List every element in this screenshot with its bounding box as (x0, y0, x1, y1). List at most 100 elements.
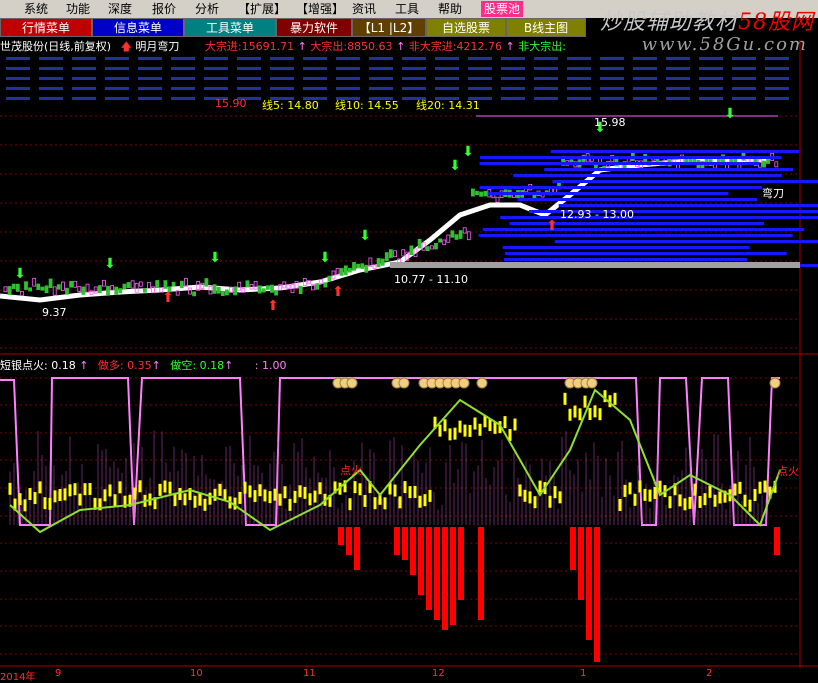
data-cell (468, 57, 492, 60)
candle (107, 286, 110, 294)
candle (49, 279, 52, 288)
candle (45, 286, 48, 293)
high-price-label: 15.98 (594, 116, 626, 129)
data-cell (39, 97, 63, 100)
candle (156, 281, 159, 288)
data-cell (501, 57, 525, 60)
candle (348, 268, 351, 272)
buy-arrow-icon: ⬇ (104, 256, 116, 272)
candle (693, 159, 696, 162)
data-cell (600, 67, 624, 70)
candle (459, 231, 462, 239)
data-cell (270, 77, 294, 80)
volume-profile-bar (518, 198, 758, 201)
data-cell (237, 57, 261, 60)
candle (381, 259, 384, 265)
data-cell (105, 77, 129, 80)
red-volume-bar (478, 527, 484, 620)
volume-profile-bar (555, 240, 818, 243)
volume-profile-bar (544, 168, 793, 171)
volume-profile-bar (552, 180, 818, 183)
data-cell (633, 97, 657, 100)
sub-extra-value: : 1.00 (255, 359, 287, 372)
candle (299, 286, 302, 293)
candle (316, 284, 319, 290)
data-cell (6, 87, 30, 90)
data-cell (402, 67, 426, 70)
data-cell (6, 77, 30, 80)
coin-icon (770, 378, 780, 388)
ma10-readout: 线10: 14.55 (335, 97, 399, 113)
candle (217, 287, 220, 293)
candle (258, 286, 261, 293)
sell-arrow-icon: ⬆ (332, 284, 344, 300)
long-label: 做多: (98, 359, 124, 372)
candle (115, 287, 118, 294)
red-volume-bar (450, 527, 456, 625)
data-cell (435, 77, 459, 80)
candle (41, 287, 44, 290)
data-cell (765, 57, 789, 60)
fire-label-1: 点火 (340, 462, 362, 478)
candle (16, 284, 19, 291)
kline-chart[interactable]: ⬇⬇ ⬇ ⬇⬇⬇⬇⬇⬇⬆ ⬆⬆⬆ (0, 0, 818, 680)
candle (435, 243, 438, 249)
candle (139, 282, 142, 286)
candle (33, 278, 36, 286)
volume-profile-bar (559, 204, 818, 207)
candle (37, 284, 40, 289)
low-price-label: 9.37 (42, 306, 67, 319)
red-volume-bar (338, 527, 344, 545)
data-cell (72, 57, 96, 60)
data-cell (699, 97, 723, 100)
volume-profile-bar (480, 156, 782, 159)
data-cell (765, 77, 789, 80)
candle (148, 282, 151, 288)
time-axis-year: 2014年 (0, 668, 35, 683)
data-cell (699, 57, 723, 60)
data-cell (468, 77, 492, 80)
red-volume-bar (426, 527, 432, 610)
data-cell (237, 67, 261, 70)
candle (53, 287, 56, 295)
volume-profile-bar (504, 258, 747, 261)
candle (246, 281, 249, 287)
data-cell (237, 87, 261, 90)
data-cell (336, 87, 360, 90)
red-volume-bar (418, 527, 424, 595)
data-cell (600, 97, 624, 100)
candle (439, 239, 442, 242)
data-cell (501, 97, 525, 100)
data-cell (39, 67, 63, 70)
buy-arrow-icon: ⬇ (462, 144, 474, 160)
volume-profile-bar (480, 186, 762, 189)
data-cell (567, 57, 591, 60)
data-cell (534, 87, 558, 90)
data-cell (171, 67, 195, 70)
candle (389, 250, 392, 258)
data-cell (567, 67, 591, 70)
candle (394, 251, 397, 257)
candle (184, 278, 187, 286)
data-cell (435, 67, 459, 70)
candle (143, 289, 146, 293)
data-cell (336, 57, 360, 60)
sell-arrow-icon: ⬆ (546, 218, 558, 234)
data-cell (6, 97, 30, 100)
candle (365, 265, 368, 272)
data-cell (72, 87, 96, 90)
data-cell (534, 77, 558, 80)
coin-icon (587, 378, 597, 388)
candle (131, 281, 134, 288)
data-cell (105, 67, 129, 70)
data-cell (39, 87, 63, 90)
data-cell (468, 67, 492, 70)
short-value: 0.18 (200, 359, 225, 372)
red-volume-bar (402, 527, 408, 560)
data-cell (765, 97, 789, 100)
candle (763, 161, 766, 167)
data-cell (633, 77, 657, 80)
candle (102, 280, 105, 286)
candle (496, 197, 499, 202)
sub-indicator-value: : 0.18 (44, 359, 76, 372)
